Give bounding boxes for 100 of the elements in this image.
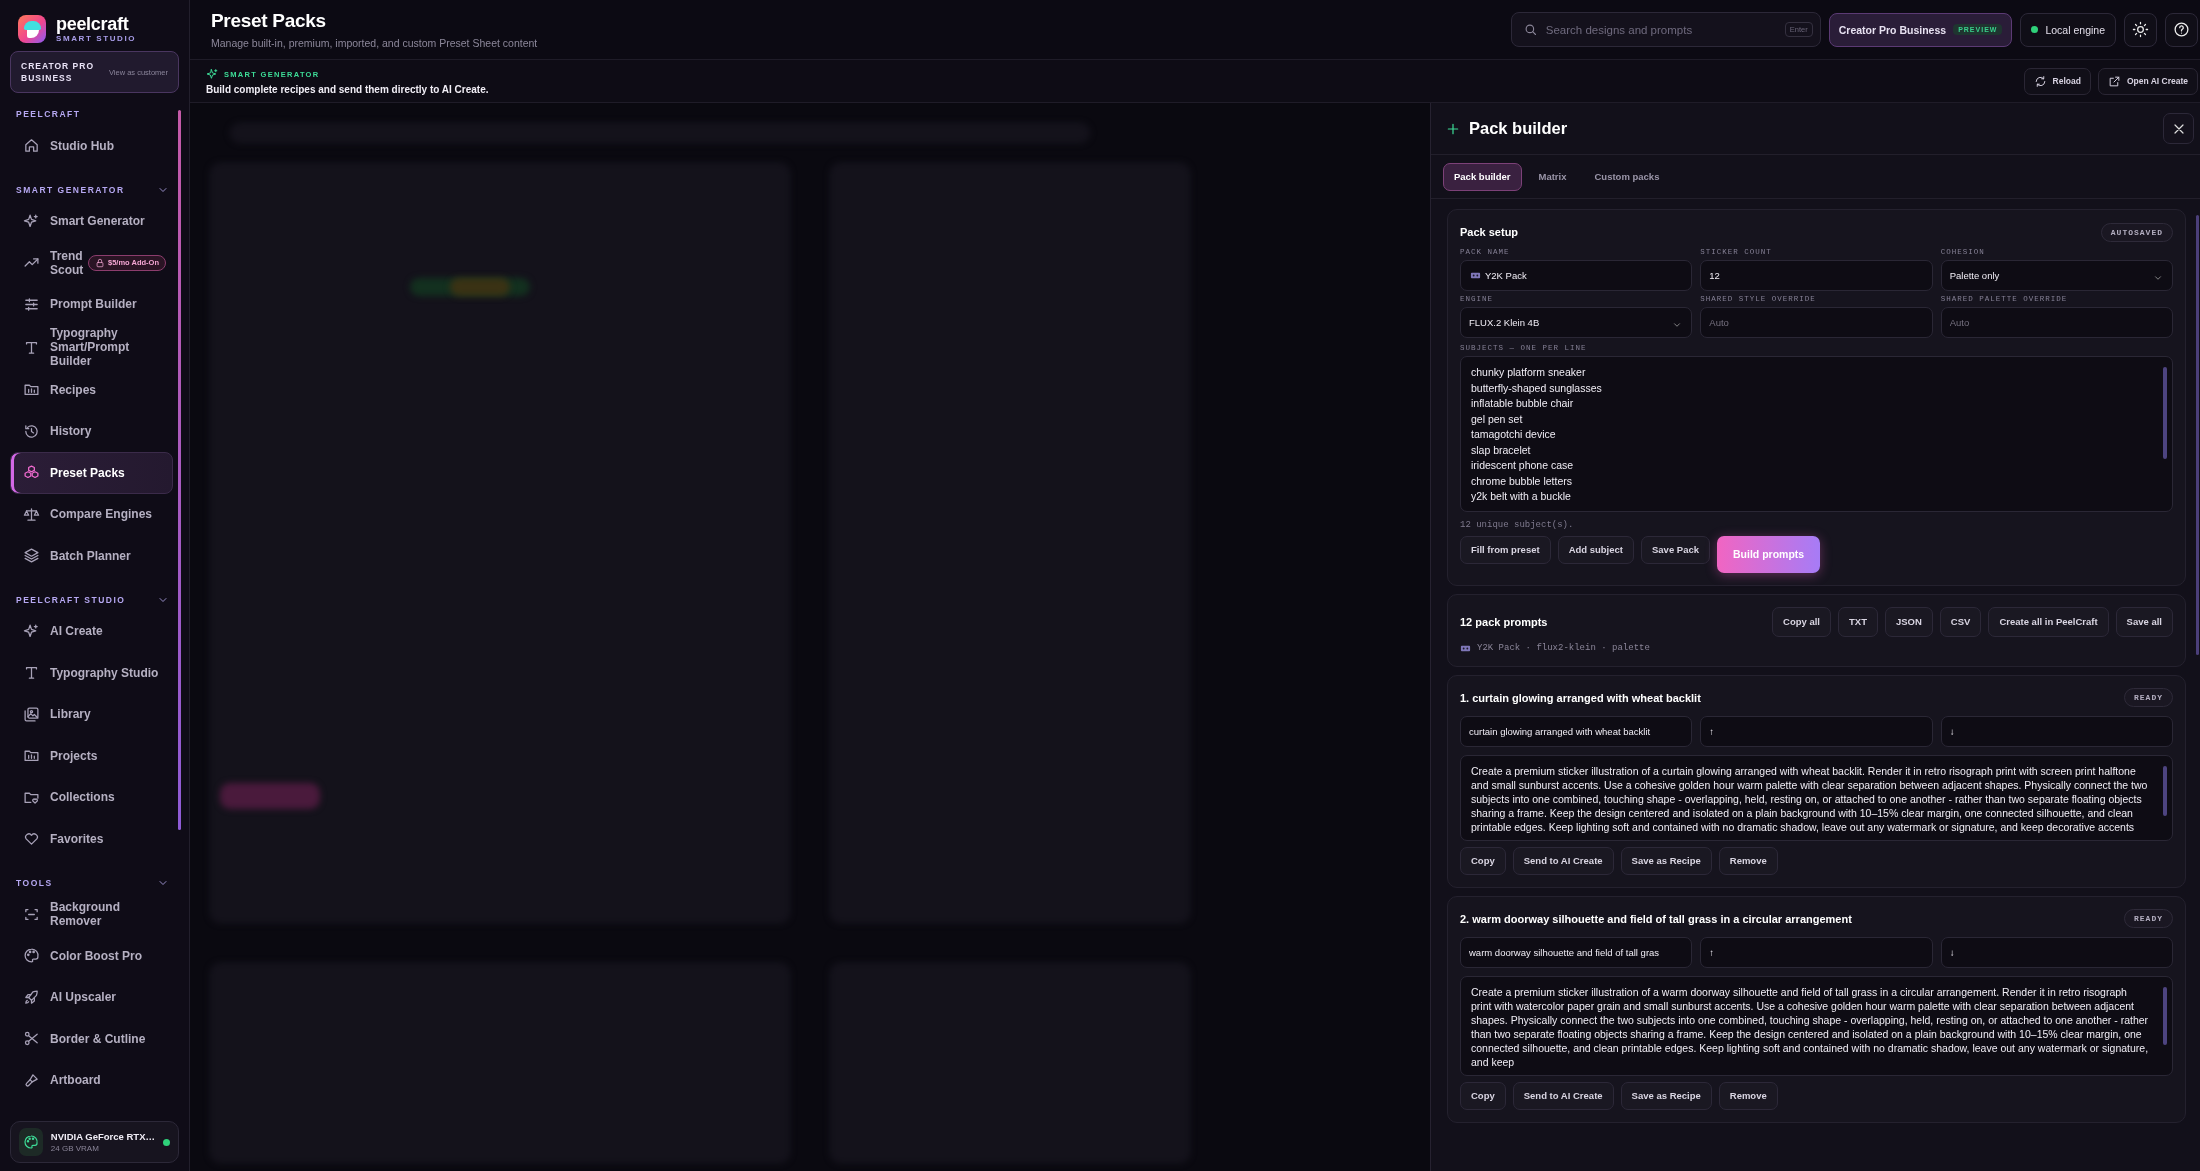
help-button[interactable] <box>2165 12 2198 47</box>
nav-item[interactable]: Favorites <box>10 818 173 860</box>
nav-item[interactable]: Compare Engines <box>10 493 173 535</box>
prompt-action-button[interactable]: Remove <box>1718 846 1778 875</box>
reload-icon <box>2033 74 2047 88</box>
nav-item[interactable]: Recipes <box>10 369 173 411</box>
scrollbar[interactable] <box>178 110 181 830</box>
image-icon <box>23 705 40 723</box>
plan-name: CREATOR PRO BUSINESS <box>21 60 96 84</box>
prompt-title: 1. curtain glowing arranged with wheat backlit <box>1460 691 1701 704</box>
subjects-field[interactable]: chunky platform sneaker butterfly-shaped sunglasses inflatable bubble chair gel pen set tamagotchi device slap bracelet iridescent phone case chrome bubble letters y2k belt with a buckle <box>1460 356 2173 512</box>
nav-item[interactable]: Color Boost Pro <box>10 935 173 977</box>
nav-item[interactable]: Typography Studio <box>10 652 173 694</box>
page-title: Preset Packs <box>211 10 327 32</box>
engine-status-button[interactable]: Local engine <box>2020 12 2116 47</box>
prompt-action-button[interactable]: Remove <box>1718 1081 1778 1110</box>
drawer-title: Pack builder <box>1469 119 1569 138</box>
status-badge: AUTOSAVED <box>2100 222 2173 242</box>
prompt-action-button[interactable]: Copy <box>1460 1081 1506 1110</box>
export-button[interactable]: Copy all <box>1772 606 1831 637</box>
export-button[interactable]: CSV <box>1939 606 1982 637</box>
chevron-icon <box>2153 273 2163 283</box>
input-field[interactable]: ↓ <box>1940 936 2173 968</box>
nav-item[interactable]: AI Create <box>10 610 173 652</box>
input-field[interactable]: Auto <box>1700 307 1933 338</box>
input-field[interactable]: curtain glowing arranged with wheat backlit <box>1460 715 1693 747</box>
section-label: PEELCRAFT STUDIO <box>16 594 126 605</box>
lock-icon <box>95 257 105 268</box>
banner-button[interactable]: Open AI Create <box>2097 67 2198 95</box>
input-field[interactable]: ↑ <box>1700 715 1933 747</box>
pack-meta: Y2K Pack · flux2-klein · palette <box>1477 643 1650 653</box>
scrollbar[interactable] <box>2196 215 2199 655</box>
scale-icon <box>23 505 40 523</box>
nav-item[interactable]: Prompt Builder <box>10 283 173 325</box>
prompt-action-button[interactable]: Save as Recipe <box>1620 846 1712 875</box>
sparkle-icon <box>23 622 40 640</box>
select-field[interactable]: Palette only <box>1940 260 2173 291</box>
action-button[interactable]: Save Pack <box>1641 535 1710 564</box>
sliders-icon <box>23 295 40 313</box>
tab[interactable]: Pack builder <box>1443 162 1522 191</box>
nav-item[interactable]: Collections <box>10 776 173 818</box>
tab[interactable]: Matrix <box>1527 162 1578 191</box>
nav-item[interactable]: Background Remover <box>10 893 173 935</box>
brand-name: peelcraft <box>56 14 130 34</box>
nav-item[interactable]: Typography Smart/Prompt Builder <box>10 325 173 369</box>
nav-item[interactable]: Batch Planner <box>10 535 173 577</box>
export-button[interactable]: JSON <box>1884 606 1933 637</box>
scrollbar[interactable] <box>2163 986 2167 1046</box>
prompt-action-button[interactable]: Send to AI Create <box>1512 1081 1614 1110</box>
rocket-icon <box>23 988 40 1006</box>
banner-button[interactable]: Reload <box>2023 67 2091 95</box>
status-badge: READY <box>2124 688 2173 707</box>
theme-toggle-button[interactable] <box>2124 12 2157 47</box>
external-link-icon <box>2107 74 2121 88</box>
tab[interactable]: Custom packs <box>1583 162 1671 191</box>
action-button[interactable]: Fill from preset <box>1460 535 1551 564</box>
export-button[interactable]: Create all in PeelCraft <box>1988 606 2109 637</box>
section-label: SMART GENERATOR <box>16 184 125 195</box>
prompt-action-button[interactable]: Copy <box>1460 846 1506 875</box>
input-field[interactable]: Y2K Pack <box>1460 260 1693 291</box>
nav-item[interactable]: Artboard <box>10 1059 173 1101</box>
prompt-action-button[interactable]: Save as Recipe <box>1620 1081 1712 1110</box>
select-field[interactable]: FLUX.2 Klein 4B <box>1460 307 1693 338</box>
help-icon <box>2173 21 2190 38</box>
export-button[interactable]: TXT <box>1838 606 1878 637</box>
home-icon <box>23 137 40 155</box>
scrollbar[interactable] <box>2163 765 2167 816</box>
sparkle-icon <box>206 67 219 81</box>
banner-text: Build complete recipes and send them directly to AI Create. <box>206 83 489 95</box>
brush-icon <box>23 1071 40 1089</box>
nav-item[interactable]: Preset Packs <box>10 452 173 494</box>
close-button[interactable] <box>2163 113 2194 144</box>
nav-item[interactable]: Studio Hub <box>10 125 173 167</box>
prompt-action-button[interactable]: Send to AI Create <box>1512 846 1614 875</box>
nav-item[interactable]: Projects <box>10 735 173 777</box>
input-field[interactable]: warm doorway silhouette and field of tall gras <box>1460 936 1693 968</box>
nav-item[interactable]: Library <box>10 693 173 735</box>
letter-t-icon <box>23 664 40 682</box>
input-field[interactable]: ↓ <box>1940 715 2173 747</box>
prompt-field[interactable]: Create a premium sticker illustration of a warm doorway silhouette and field of tall grass in a circular arrangement. Render it in retro risograph print with watercolor paper grain and small sunburst accents. Use a cohesive golden hour warm palette with clear separation between adjacent shapes. Physically connect the two subjects into one combined, touching shape - overlapping, held, resting on, or attached to one another - rather than two separate floating objects sharing a frame. Keep the design centered and isolated on a plain background with 10–15% clear margin, one connected silhouette, and clean printable edges. Keep lighting soft and contained with no dramatic shadow, leave out any watermark or signature, and keep <box>1460 975 2173 1076</box>
nav-item[interactable]: History <box>10 410 173 452</box>
status-badge: READY <box>2124 909 2173 928</box>
prompt-field[interactable]: Create a premium sticker illustration of a curtain glowing arranged with wheat backlit. Render it in retro risograph print with screen print halftone and small sunburst accents. Use a cohesive golden hour warm palette with clear separation between adjacent shapes. Physically connect the two subjects into one combined, touching shape - overlapping, held, resting on, or attached to one another - rather than two separate floating objects sharing a frame. Keep the design centered and isolated on a plain background with 10–15% clear margin, one connected silhouette, and clean printable edges. Keep lighting soft and contained with no dramatic shadow, leave out any watermark or signature, and keep decorative accents <box>1460 754 2173 841</box>
nav-item[interactable]: AI Upscaler <box>10 976 173 1018</box>
gpu-memory: 24 GB VRAM <box>50 1144 100 1153</box>
layers-icon <box>23 547 40 565</box>
scrollbar[interactable] <box>2163 367 2167 460</box>
nav-item[interactable]: Border & Cutline <box>10 1018 173 1060</box>
action-button[interactable]: Add subject <box>1557 535 1634 564</box>
input-field[interactable]: ↑ <box>1700 936 1933 968</box>
export-button[interactable]: Save all <box>2115 606 2173 637</box>
input-field[interactable]: Auto <box>1940 307 2173 338</box>
subject-count: 12 unique subject(s). <box>1460 519 1575 530</box>
section-label: PEELCRAFT <box>16 109 81 119</box>
palette-icon <box>22 1134 39 1150</box>
input-field[interactable]: 12 <box>1700 260 1933 291</box>
logo-icon <box>18 14 46 43</box>
brand-tagline: SMART STUDIO <box>56 34 137 43</box>
nav-item[interactable]: Smart Generator <box>10 200 173 242</box>
heart-icon <box>23 830 40 848</box>
